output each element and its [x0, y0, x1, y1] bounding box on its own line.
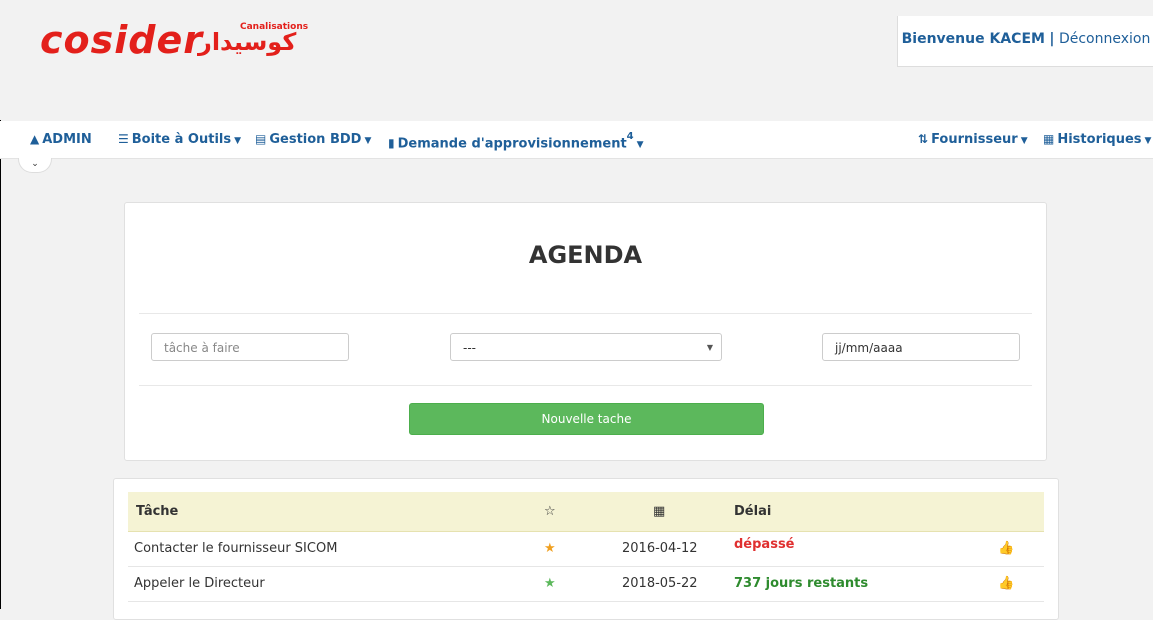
nav-gestion-label: Gestion BDD: [269, 132, 362, 147]
nav-admin-label: ADMIN: [42, 132, 92, 147]
select-arrow-icon: ▼: [706, 343, 713, 352]
new-task-button[interactable]: Nouvelle tache: [409, 403, 764, 435]
caret-down-icon: ▼: [364, 136, 372, 146]
nav-fournisseur[interactable]: ⇅ Fournisseur ▼: [918, 121, 1028, 158]
task-input[interactable]: tâche à faire: [151, 333, 349, 361]
welcome-text: Bienvenue KACEM: [901, 31, 1045, 47]
logo-latin: cosider: [40, 18, 203, 62]
divider: [139, 313, 1032, 314]
nav-boite-outils[interactable]: ☰ Boite à Outils ▼: [118, 121, 241, 158]
star-icon[interactable]: ★: [544, 567, 556, 601]
caret-down-icon: ▼: [1144, 136, 1152, 146]
agenda-title: AGENDA: [528, 241, 643, 269]
nav-demande-approvisionnement[interactable]: ▮ Demande d'approvisionnement4▼: [388, 121, 644, 158]
welcome-separator: |: [1049, 31, 1055, 47]
cosider-logo[interactable]: cosider Canalisations كوسيدار: [40, 18, 320, 63]
caret-down-icon: ▼: [1020, 136, 1028, 146]
welcome-box: Bienvenue KACEM | Déconnexion: [897, 16, 1153, 67]
calendar-icon[interactable]: ▦: [653, 492, 665, 531]
logout-link[interactable]: Déconnexion: [1059, 31, 1150, 47]
task-date: 2016-04-12: [622, 541, 698, 556]
chevron-down-icon: ⌄: [31, 159, 39, 169]
nav-fournisseur-label: Fournisseur: [931, 132, 1018, 147]
date-input[interactable]: jj/mm/aaaa: [822, 333, 1020, 361]
thumbs-up-icon[interactable]: 👍: [998, 532, 1014, 566]
nav-historiques[interactable]: ▦ Historiques ▼: [1043, 121, 1151, 158]
agenda-panel: AGENDA tâche à faire --- ▼ jj/mm/aaaa No…: [124, 202, 1047, 461]
nav-admin[interactable]: ▲ ADMIN: [30, 121, 92, 158]
header-delai[interactable]: Délai: [734, 492, 771, 531]
grid-icon: ▦: [1043, 132, 1055, 146]
task-name: Appeler le Directeur: [134, 576, 265, 591]
caret-down-icon: ▼: [636, 140, 644, 151]
header-task[interactable]: Tâche: [136, 492, 178, 531]
date-input-value: jj/mm/aaaa: [835, 341, 903, 355]
header: cosider Canalisations كوسيدار Bienvenue …: [0, 0, 1153, 120]
logo-arabic: كوسيدار: [198, 28, 297, 56]
nav-historiques-label: Historiques: [1057, 132, 1142, 147]
priority-select[interactable]: --- ▼: [450, 333, 722, 361]
task-list-panel: Tâche ☆ ▦ Délai Contacter le fournisseur…: [113, 478, 1059, 620]
database-icon: ▤: [255, 132, 267, 146]
task-input-placeholder: tâche à faire: [164, 341, 240, 355]
star-icon[interactable]: ★: [544, 532, 556, 566]
table-header: Tâche ☆ ▦ Délai: [128, 492, 1044, 532]
main-navbar: ▲ ADMIN ☰ Boite à Outils ▼ ▤ Gestion BDD ▼ ▮ D…: [0, 121, 1153, 159]
sort-icon: ⇅: [918, 132, 929, 146]
task-delai: dépassé: [734, 537, 795, 552]
task-date: 2018-05-22: [622, 576, 698, 591]
task-name: Contacter le fournisseur SICOM: [134, 541, 338, 556]
star-outline-icon[interactable]: ☆: [544, 492, 556, 531]
nav-demande-label: Demande d'approvisionnement: [397, 136, 627, 152]
nav-tools-label: Boite à Outils: [131, 132, 232, 147]
divider: [139, 385, 1032, 386]
table-row: Contacter le fournisseur SICOM ★ 2016-04…: [128, 532, 1044, 567]
caret-down-icon: ▼: [234, 136, 242, 146]
file-icon: ▮: [388, 136, 395, 151]
thumbs-up-icon[interactable]: 👍: [998, 567, 1014, 601]
table-row: Appeler le Directeur ★ 2018-05-22 737 jo…: [128, 567, 1044, 602]
nav-gestion-bdd[interactable]: ▤ Gestion BDD ▼: [255, 121, 371, 158]
list-icon: ☰: [118, 132, 129, 146]
task-delai: 737 jours restants: [734, 576, 869, 591]
home-icon: ▲: [30, 132, 40, 146]
priority-select-value: ---: [463, 341, 476, 355]
demande-count-badge: 4: [626, 131, 634, 142]
